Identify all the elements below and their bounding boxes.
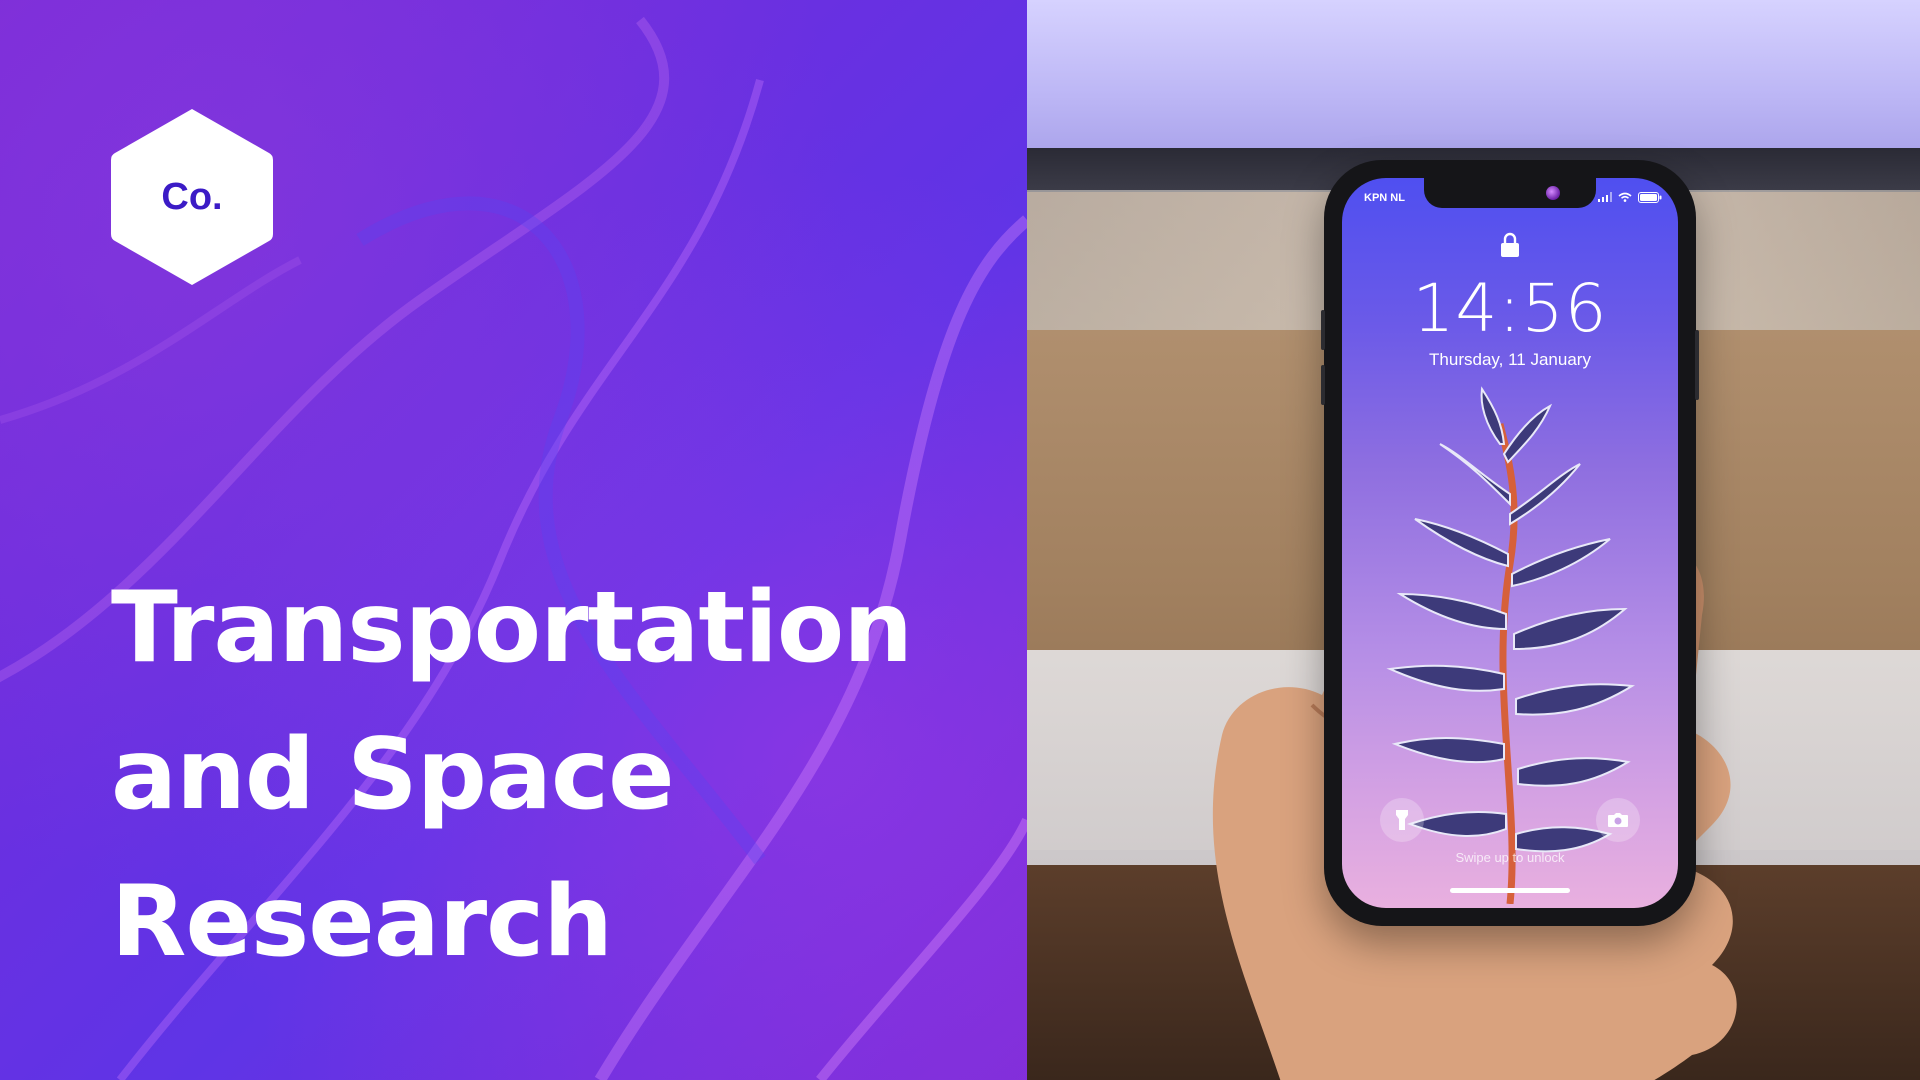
photo-panel: KPN NL 14:56 Thursday, 11 January Swipe … [1027, 0, 1920, 1080]
home-indicator[interactable] [1450, 888, 1570, 893]
signal-icon [1598, 192, 1612, 202]
monitor-screen [1027, 0, 1920, 160]
title-line-1: Transportation [111, 571, 913, 685]
camera-icon [1608, 813, 1628, 827]
lock-screen-time: 14:56 [1412, 270, 1608, 347]
title-panel: Co. Transportation and Space Research [0, 0, 1027, 1080]
phone-volume-up-button [1321, 310, 1325, 350]
lock-screen-date: Thursday, 11 January [1429, 350, 1591, 369]
flashlight-button[interactable] [1380, 798, 1424, 842]
phone-notch [1424, 178, 1596, 208]
wifi-icon [1618, 192, 1632, 202]
front-camera [1546, 186, 1560, 200]
smartphone: KPN NL 14:56 Thursday, 11 January Swipe … [1321, 160, 1699, 926]
status-icons [1598, 190, 1662, 204]
lock-indicator [1342, 232, 1678, 258]
carrier-label: KPN NL [1364, 192, 1405, 204]
flashlight-icon [1396, 810, 1408, 830]
camera-button[interactable] [1596, 798, 1640, 842]
lock-screen: KPN NL 14:56 Thursday, 11 January Swipe … [1342, 178, 1678, 908]
swipe-hint: Swipe up to unlock [1455, 850, 1565, 865]
company-logo: Co. [111, 107, 273, 287]
battery-icon [1638, 191, 1662, 203]
title-line-3: Research [111, 865, 613, 979]
phone-side-button [1695, 330, 1699, 400]
slide-title: Transportation and Space Research [111, 555, 913, 996]
slide: Co. Transportation and Space Research KP… [0, 0, 1920, 1080]
phone-volume-down-button [1321, 365, 1325, 405]
logo-text: Co. [161, 175, 223, 218]
title-line-2: and Space [111, 718, 675, 832]
lock-icon [1501, 232, 1519, 257]
